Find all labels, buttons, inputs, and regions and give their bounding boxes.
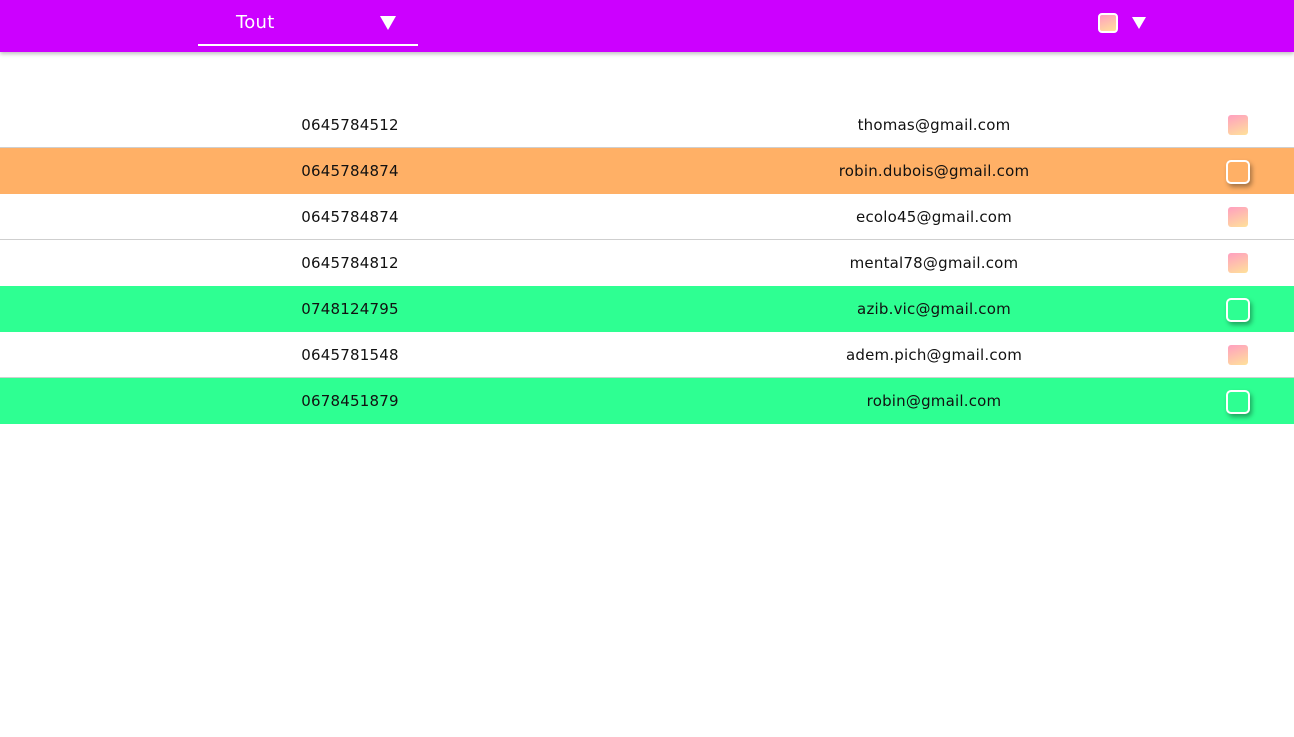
row-color-swatch[interactable]: [1226, 160, 1250, 184]
row-color-swatch[interactable]: [1228, 253, 1248, 273]
phone-cell: 0678451879: [301, 392, 399, 410]
phone-cell: 0645781548: [301, 346, 399, 364]
color-swatch-icon: [1098, 13, 1118, 33]
table-row: 0645784874 ecolo45@gmail.com: [0, 194, 1294, 240]
row-color-swatch[interactable]: [1226, 298, 1250, 322]
table-row: 0678451879 robin@gmail.com: [0, 378, 1294, 424]
row-color-swatch[interactable]: [1228, 115, 1248, 135]
triangle-down-icon: [380, 16, 396, 30]
row-color-swatch[interactable]: [1226, 390, 1250, 414]
phone-cell: 0748124795: [301, 300, 399, 318]
top-bar: Tout: [0, 0, 1294, 52]
phone-cell: 0645784874: [301, 208, 399, 226]
filter-dropdown[interactable]: Tout: [198, 0, 418, 46]
row-color-swatch[interactable]: [1228, 207, 1248, 227]
email-cell: robin.dubois@gmail.com: [838, 162, 1030, 180]
table-row: 0645784812 mental78@gmail.com: [0, 240, 1294, 286]
email-cell: mental78@gmail.com: [849, 254, 1019, 272]
phone-cell: 0645784512: [301, 116, 399, 134]
table-row: 0645781548 adem.pich@gmail.com: [0, 332, 1294, 378]
email-cell: robin@gmail.com: [866, 392, 1002, 410]
triangle-down-icon: [1132, 17, 1146, 29]
table-row: 0645784512 thomas@gmail.com: [0, 102, 1294, 148]
email-cell: thomas@gmail.com: [857, 116, 1011, 134]
email-cell: azib.vic@gmail.com: [857, 300, 1011, 318]
table-row: 0645784874 robin.dubois@gmail.com: [0, 148, 1294, 194]
color-filter-dropdown[interactable]: [1098, 13, 1150, 39]
table-row: 0748124795 azib.vic@gmail.com: [0, 286, 1294, 332]
filter-selected-value: Tout: [236, 12, 275, 33]
email-cell: adem.pich@gmail.com: [845, 346, 1023, 364]
row-color-swatch[interactable]: [1228, 345, 1248, 365]
phone-cell: 0645784812: [301, 254, 399, 272]
phone-cell: 0645784874: [301, 162, 399, 180]
contact-list: 0645784512 thomas@gmail.com 0645784874 r…: [0, 102, 1294, 424]
email-cell: ecolo45@gmail.com: [856, 208, 1012, 226]
